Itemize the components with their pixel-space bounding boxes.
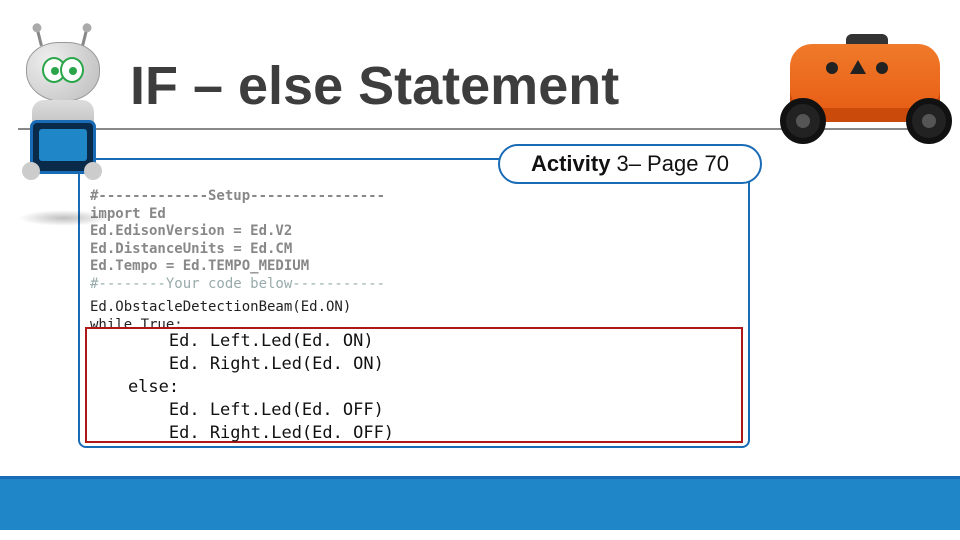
activity-badge: Activity 3– Page 70 bbox=[498, 144, 762, 184]
mascot-image bbox=[8, 42, 116, 190]
code-setup-lines: import Ed Ed.EdisonVersion = Ed.V2 Ed.Di… bbox=[90, 206, 738, 276]
footer-bar bbox=[0, 476, 960, 530]
activity-label-rest: 3– Page 70 bbox=[616, 151, 729, 177]
activity-label-strong: Activity bbox=[531, 151, 610, 177]
code-highlight-lines: Ed. Left.Led(Ed. ON) Ed. Right.Led(Ed. O… bbox=[87, 330, 741, 445]
edison-robot-image bbox=[760, 0, 960, 165]
code-user-comment: #--------Your code below----------- bbox=[90, 276, 738, 294]
page-title: IF – else Statement bbox=[130, 55, 619, 117]
code-highlight-block: Ed. Left.Led(Ed. ON) Ed. Right.Led(Ed. O… bbox=[85, 327, 743, 443]
code-setup-comment: #-------------Setup---------------- bbox=[90, 188, 738, 206]
